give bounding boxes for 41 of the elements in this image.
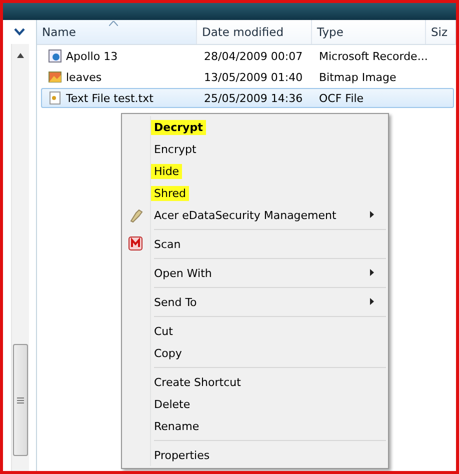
- date-cell-text: 25/05/2009 14:36: [203, 92, 304, 104]
- file-name: Text File test.txt: [66, 92, 154, 104]
- file-row[interactable]: Apollo 13 28/04/2009 00:07 Microsoft Recorde...: [41, 46, 454, 66]
- menu-item[interactable]: Open With: [124, 262, 386, 284]
- submenu-arrow-icon: [370, 211, 374, 218]
- media-file-icon: [48, 49, 62, 63]
- grip-icon: [16, 396, 24, 404]
- menu-item[interactable]: Shred: [124, 182, 386, 204]
- file-row[interactable]: Text File test.txt 25/05/2009 14:36 OCF File: [41, 88, 454, 108]
- type-cell-text: Microsoft Recorde...: [318, 50, 427, 62]
- menu-item[interactable]: Decrypt: [124, 116, 386, 138]
- scroll-up-icon[interactable]: [16, 53, 24, 58]
- column-header[interactable]: Type: [312, 20, 426, 44]
- text-file-icon: [48, 91, 62, 105]
- type-cell-text: Bitmap Image: [318, 70, 398, 84]
- menu-item[interactable]: Scan: [124, 233, 386, 255]
- menu-item[interactable]: Create Shortcut: [124, 371, 386, 393]
- menu-item[interactable]: Send To: [124, 291, 386, 313]
- scroll-thumb[interactable]: [12, 344, 28, 456]
- menu-item[interactable]: Properties: [124, 444, 386, 466]
- column-header[interactable]: Name: [37, 20, 197, 44]
- menu-item[interactable]: Hide: [124, 160, 386, 182]
- menu-item[interactable]: Cut: [124, 320, 386, 342]
- scrollbar[interactable]: [10, 44, 28, 471]
- column-header[interactable]: Siz: [426, 20, 456, 44]
- menu-item[interactable]: Rename: [124, 415, 386, 437]
- type-cell-text: OCF File: [318, 92, 365, 104]
- menu-item[interactable]: Copy: [124, 342, 386, 364]
- menu-item[interactable]: Encrypt: [124, 138, 386, 160]
- file-row[interactable]: leaves 13/05/2009 01:40 Bitmap Image: [41, 67, 454, 87]
- file-name: Apollo 13: [66, 50, 118, 62]
- chevron-down-icon[interactable]: [14, 28, 25, 36]
- menu-item[interactable]: Acer eDataSecurity Management: [124, 204, 386, 226]
- submenu-arrow-icon: [370, 269, 374, 276]
- menu-item[interactable]: Delete: [124, 393, 386, 415]
- image-file-icon: [48, 70, 62, 84]
- date-cell-text: 28/04/2009 00:07: [203, 50, 304, 62]
- file-name: leaves: [66, 70, 102, 84]
- submenu-arrow-icon: [370, 298, 374, 305]
- date-cell-text: 13/05/2009 01:40: [203, 70, 304, 84]
- column-header[interactable]: Date modified: [197, 20, 312, 44]
